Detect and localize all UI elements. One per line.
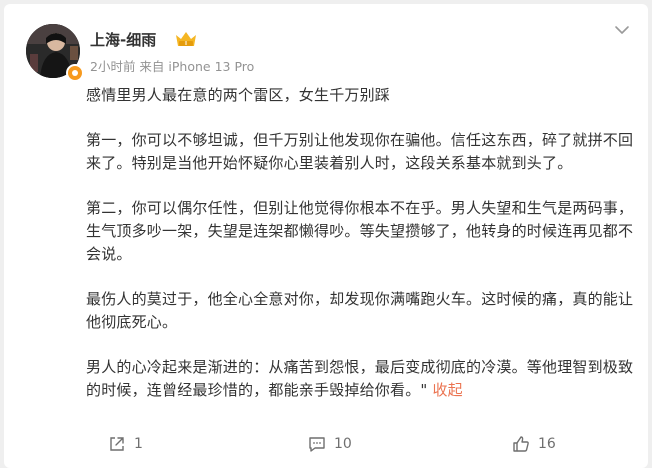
post-body: 感情里男人最在意的两个雷区，女生千万别踩 第一，你可以不够坦诚，但千万别让他发现… — [86, 84, 634, 424]
share-button[interactable]: 1 — [108, 428, 143, 460]
post-paragraph: 第一，你可以不够坦诚，但千万别让他发现你在骗他。信任这东西，碎了就拼不回来了。特… — [86, 131, 634, 172]
collapse-link[interactable]: 收起 — [432, 381, 462, 399]
comment-button[interactable]: 10 — [308, 428, 352, 460]
share-icon — [110, 437, 124, 451]
post-paragraph: 男人的心冷起来是渐进的：从痛苦到怨恨，最后变成彻底的冷漠。等他理智到极致的时候，… — [86, 358, 634, 399]
crown-badge-icon[interactable]: II — [174, 30, 198, 48]
verified-badge-icon — [66, 64, 84, 82]
svg-text:II: II — [185, 41, 188, 47]
comment-icon — [309, 437, 325, 452]
post-card: 上海-细雨 II 2小时前 来自 iPhone 13 Pro 感情里男人最在意的… — [4, 4, 648, 468]
action-bar: 1 10 16 — [4, 428, 648, 460]
post-paragraph: 第二，你可以偶尔任性，但别让他觉得你根本不在乎。男人失望和生气是两码事，生气顶多… — [86, 199, 634, 263]
like-count: 16 — [538, 436, 556, 452]
thumbs-up-icon — [513, 436, 529, 452]
post-paragraph: 最伤人的莫过于，他全心全意对你，却发现你满嘴跑火车。这时候的痛，真的能让他彻底死… — [86, 290, 634, 331]
post-meta: 2小时前 来自 iPhone 13 Pro — [90, 59, 255, 74]
post-paragraph-last: 男人的心冷起来是渐进的：从痛苦到怨恨，最后变成彻底的冷漠。等他理智到极致的时候，… — [86, 356, 634, 402]
like-button[interactable]: 16 — [512, 428, 556, 460]
share-count: 1 — [134, 436, 143, 452]
post-paragraph: 感情里男人最在意的两个雷区，女生千万别踩 — [86, 86, 391, 104]
chevron-down-icon[interactable] — [610, 18, 634, 42]
author-name[interactable]: 上海-细雨 — [90, 29, 156, 50]
comment-count: 10 — [334, 436, 352, 452]
